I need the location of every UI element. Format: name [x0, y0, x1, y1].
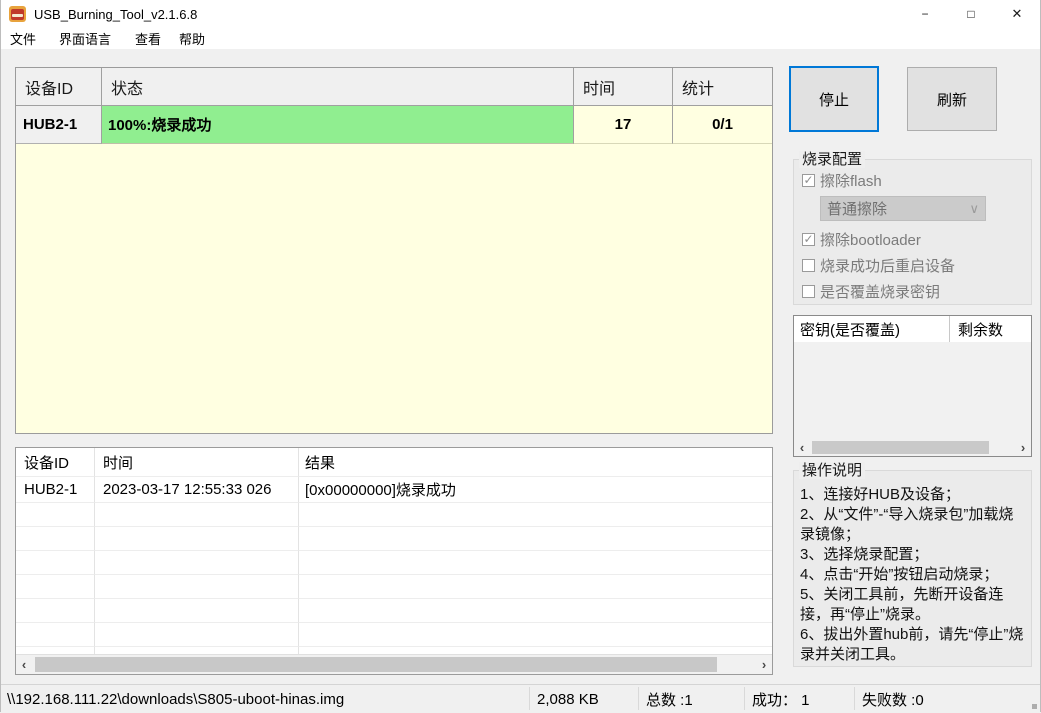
log-result-cell: [0x00000000]烧录成功 [299, 477, 772, 503]
window-title: USB_Burning_Tool_v2.1.6.8 [34, 6, 198, 22]
log-time-cell: 2023-03-17 12:55:33 026 [95, 477, 299, 503]
success-count: 成功： 1 [752, 691, 810, 709]
log-scrollbar-thumb[interactable] [35, 657, 717, 672]
header-key: 密钥(是否覆盖) [794, 316, 950, 342]
device-row[interactable]: HUB2-1 100%:烧录成功 17 0/1 [16, 106, 772, 144]
file-size: 2,088 KB [537, 690, 599, 708]
window-controls: − □ ✕ [902, 0, 1040, 28]
device-table-header: 设备ID 状态 时间 统计 [16, 68, 772, 106]
log-empty-row [16, 503, 772, 527]
log-empty-row [16, 551, 772, 575]
key-scrollbar-thumb[interactable] [812, 441, 989, 454]
stop-button[interactable]: 停止 [789, 66, 879, 132]
reboot-after-success-row: 烧录成功后重启设备 [802, 255, 1031, 275]
refresh-button[interactable]: 刷新 [907, 67, 997, 131]
menu-file[interactable]: 文件 [1, 28, 45, 50]
reboot-after-success-label: 烧录成功后重启设备 [820, 257, 956, 275]
stats-cell: 0/1 [673, 106, 772, 144]
erase-flash-checkbox[interactable]: ✓ [802, 173, 815, 187]
close-icon[interactable]: ✕ [994, 0, 1040, 28]
title-bar: USB_Burning_Tool_v2.1.6.8 − □ ✕ [1, 0, 1040, 28]
scroll-right-icon[interactable]: › [1015, 439, 1031, 456]
menu-help[interactable]: 帮助 [170, 28, 214, 50]
log-header-time: 时间 [95, 448, 299, 477]
instruction-line: 2、从“文件”-“导入烧录包”加载烧录镜像； [800, 506, 1014, 543]
overwrite-key-label: 是否覆盖烧录密钥 [820, 283, 941, 301]
instruction-line: 3、选择烧录配置； [800, 546, 929, 563]
log-header-device-id: 设备ID [16, 448, 95, 477]
image-path: \\192.168.111.22\downloads\S805-uboot-hi… [7, 690, 345, 708]
log-header-result: 结果 [299, 448, 772, 477]
erase-flash-label: 擦除flash [820, 172, 882, 190]
instruction-line: 1、连接好HUB及设备； [800, 486, 961, 503]
erase-bootloader-checkbox[interactable]: ✓ [802, 232, 815, 246]
progress-bar-cell: 100%:烧录成功 [102, 106, 574, 144]
minimize-icon[interactable]: − [902, 0, 948, 28]
instruction-line: 5、关闭工具前，先断开设备连接，再“停止”烧录。 [800, 586, 1004, 623]
fail-count: 失败数 :0 [862, 691, 924, 709]
key-table-scrollbar[interactable]: ‹ › [794, 439, 1031, 456]
menu-view[interactable]: 查看 [126, 28, 170, 50]
device-table-empty-area [16, 144, 772, 433]
header-stats: 统计 [673, 68, 772, 106]
instruction-line: 4、点击“开始”按钮启动烧录； [800, 566, 999, 583]
header-device-id: 设备ID [16, 68, 102, 106]
overwrite-key-row: 是否覆盖烧录密钥 [802, 281, 1031, 301]
erase-bootloader-label: 擦除bootloader [820, 231, 921, 249]
total-count: 总数 :1 [646, 691, 693, 709]
erase-mode-select[interactable]: 普通擦除 ∨ [820, 196, 986, 221]
erase-mode-value: 普通擦除 [827, 201, 888, 218]
device-table: 设备ID 状态 时间 统计 HUB2-1 100%:烧录成功 17 0/1 [15, 67, 773, 434]
resize-grip[interactable] [1032, 704, 1037, 709]
instructions-group: 操作说明 1、连接好HUB及设备； 2、从“文件”-“导入烧录包”加载烧录镜像；… [793, 462, 1032, 667]
menu-language[interactable]: 界面语言 [50, 28, 120, 50]
key-table-empty-area [794, 342, 1031, 439]
maximize-icon[interactable]: □ [948, 0, 994, 28]
overwrite-key-checkbox[interactable] [802, 284, 815, 298]
burn-config-title: 烧录配置 [799, 151, 866, 168]
header-time: 时间 [574, 68, 673, 106]
key-table: 密钥(是否覆盖) 剩余数 ‹ › [793, 315, 1032, 457]
time-cell: 17 [574, 106, 673, 144]
key-table-header: 密钥(是否覆盖) 剩余数 [794, 316, 1031, 342]
app-window: USB_Burning_Tool_v2.1.6.8 − □ ✕ 文件 界面语言 … [0, 0, 1041, 712]
device-id-cell: HUB2-1 [16, 106, 102, 144]
chevron-down-icon: ∨ [969, 200, 979, 216]
status-bar: \\192.168.111.22\downloads\S805-uboot-hi… [1, 684, 1040, 712]
log-row[interactable]: HUB2-1 2023-03-17 12:55:33 026 [0x000000… [16, 477, 772, 503]
instructions-title: 操作说明 [799, 462, 866, 479]
erase-bootloader-row: ✓ 擦除bootloader [802, 229, 1031, 249]
instruction-line: 6、拔出外置hub前，请先“停止”烧录并关闭工具。 [800, 626, 1024, 663]
erase-flash-row: ✓ 擦除flash [802, 170, 1031, 190]
log-empty-row [16, 599, 772, 623]
log-device-id-cell: HUB2-1 [16, 477, 95, 503]
header-status: 状态 [102, 68, 574, 106]
log-empty-row [16, 575, 772, 599]
scroll-right-icon[interactable]: › [756, 656, 772, 673]
log-table: 设备ID 时间 结果 HUB2-1 2023-03-17 12:55:33 02… [15, 447, 773, 675]
log-empty-row [16, 527, 772, 551]
log-empty-row [16, 623, 772, 647]
log-table-scrollbar[interactable]: ‹ › [16, 654, 772, 674]
scroll-left-icon[interactable]: ‹ [16, 656, 32, 673]
burn-config-group: 烧录配置 ✓ 擦除flash 普通擦除 ∨ ✓ 擦除bootloader 烧录成… [793, 151, 1032, 305]
scroll-left-icon[interactable]: ‹ [794, 439, 810, 456]
app-icon [9, 6, 26, 22]
reboot-after-success-checkbox[interactable] [802, 258, 815, 272]
menu-bar: 文件 界面语言 查看 帮助 [1, 28, 1040, 50]
log-table-header: 设备ID 时间 结果 [16, 448, 772, 477]
header-remaining: 剩余数 [958, 321, 1004, 339]
